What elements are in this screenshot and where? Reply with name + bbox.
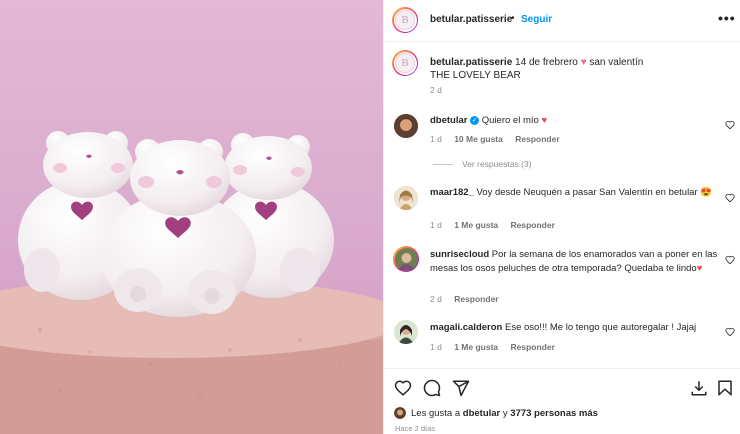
profile-avatar[interactable]: B bbox=[392, 7, 418, 33]
replies-divider bbox=[433, 163, 453, 165]
header-separator: • bbox=[511, 13, 515, 24]
save-icon[interactable] bbox=[716, 379, 734, 397]
comment-likes[interactable]: 1 Me gusta bbox=[454, 220, 498, 230]
liker-username[interactable]: dbetular bbox=[463, 408, 500, 419]
avatar[interactable] bbox=[394, 320, 418, 344]
comment-meta: 1 d 1 Me gusta Responder bbox=[430, 220, 555, 230]
comment-meta: 1 d 10 Me gusta Responder bbox=[430, 134, 560, 144]
likes-count[interactable]: 3773 personas más bbox=[510, 408, 598, 419]
post-timestamp: Hace 2 días bbox=[395, 424, 436, 433]
post-panel: B betular.patisserie • Seguir ••• B betu… bbox=[383, 0, 740, 434]
caption-time: 2 d bbox=[430, 85, 442, 95]
reply-button[interactable]: Responder bbox=[454, 294, 498, 304]
caption-text: betular.patisserie 14 de frebrero ♥ san … bbox=[430, 57, 644, 68]
comment-meta: 2 d Responder bbox=[430, 294, 499, 304]
red-heart-icon: ♥ bbox=[696, 263, 703, 274]
pink-heart-icon: ♥ bbox=[580, 57, 587, 68]
comment-text: magali.calderon Ese oso!!! Me lo tengo q… bbox=[430, 322, 697, 333]
comment-username[interactable]: sunrisecloud bbox=[430, 249, 489, 260]
comment-meta: 1 d 1 Me gusta Responder bbox=[430, 342, 555, 352]
comment-icon[interactable] bbox=[423, 379, 441, 397]
comment-text: sunrisecloud Por la semana de los enamor… bbox=[430, 249, 718, 274]
post-header: B betular.patisserie • Seguir ••• bbox=[384, 0, 740, 42]
like-icon[interactable] bbox=[725, 120, 735, 130]
comment-likes[interactable]: 1 Me gusta bbox=[454, 342, 498, 352]
more-icon[interactable]: ••• bbox=[718, 10, 736, 26]
red-heart-icon: ♥ bbox=[541, 115, 548, 126]
avatar[interactable] bbox=[393, 246, 419, 272]
comment-username[interactable]: dbetular bbox=[430, 115, 467, 126]
reply-button[interactable]: Responder bbox=[515, 134, 559, 144]
header-username[interactable]: betular.patisserie bbox=[430, 14, 512, 25]
download-icon[interactable] bbox=[690, 379, 708, 397]
avatar[interactable] bbox=[394, 114, 418, 138]
comment-likes[interactable]: 10 Me gusta bbox=[454, 134, 503, 144]
verified-icon: ✓ bbox=[470, 115, 480, 125]
view-replies-button[interactable]: Ver respuestas (3) bbox=[433, 159, 531, 169]
comment-text: maar182_ Voy desde Neuquén a pasar San V… bbox=[430, 187, 713, 198]
avatar bbox=[394, 407, 406, 419]
like-icon[interactable] bbox=[394, 379, 412, 397]
bears-illustration bbox=[0, 131, 383, 434]
caption-username[interactable]: betular.patisserie bbox=[430, 57, 512, 68]
likes-summary[interactable]: Les gusta a dbetular y 3773 personas más bbox=[394, 407, 598, 419]
comment-username[interactable]: maar182_ bbox=[430, 187, 474, 198]
comment-text: dbetular ✓ Quiero el mío ♥ bbox=[430, 115, 548, 126]
caption-avatar[interactable]: B bbox=[392, 50, 418, 76]
action-bar bbox=[384, 368, 740, 434]
like-icon[interactable] bbox=[725, 255, 735, 265]
comment-username[interactable]: magali.calderon bbox=[430, 322, 502, 333]
brand-logo: B bbox=[395, 53, 415, 73]
like-icon[interactable] bbox=[725, 327, 735, 337]
reply-button[interactable]: Responder bbox=[511, 220, 555, 230]
post-image bbox=[0, 0, 383, 434]
follow-button[interactable]: Seguir bbox=[521, 14, 552, 25]
caption-line-2: THE LOVELY BEAR bbox=[430, 70, 521, 81]
brand-logo: B bbox=[395, 10, 415, 30]
avatar[interactable] bbox=[394, 186, 418, 210]
reply-button[interactable]: Responder bbox=[511, 342, 555, 352]
like-icon[interactable] bbox=[725, 193, 735, 203]
heart-eyes-icon: 😍 bbox=[700, 187, 713, 198]
share-icon[interactable] bbox=[452, 379, 470, 397]
